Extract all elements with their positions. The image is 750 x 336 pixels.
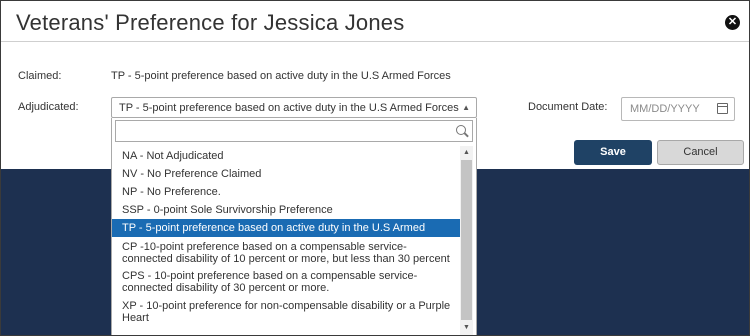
dropdown-option-cps[interactable]: CPS - 10-point preference based on a com… [112, 270, 460, 294]
adjudicated-label: Adjudicated: [18, 101, 79, 113]
document-date-placeholder: MM/DD/YYYY [630, 103, 700, 115]
claimed-label: Claimed: [18, 70, 62, 82]
dropdown-option-na[interactable]: NA - Not Adjudicated [112, 150, 460, 162]
close-icon[interactable]: ✕ [725, 15, 740, 30]
save-button[interactable]: Save [574, 140, 652, 165]
dropdown-scrollbar[interactable]: ▲ ▼ [460, 146, 473, 335]
dropdown-option-ssp[interactable]: SSP - 0-point Sole Survivorship Preferen… [112, 204, 460, 216]
adjudicated-select[interactable]: TP - 5-point preference based on active … [111, 97, 477, 118]
dropdown-option-nv[interactable]: NV - No Preference Claimed [112, 168, 460, 180]
scroll-down-icon[interactable]: ▼ [463, 324, 470, 331]
claimed-value: TP - 5-point preference based on active … [111, 70, 451, 82]
scroll-up-icon[interactable]: ▲ [463, 149, 470, 156]
dialog-title: Veterans' Preference for Jessica Jones [16, 10, 405, 35]
dropdown-option-tp[interactable]: TP - 5-point preference based on active … [112, 219, 460, 252]
window-frame: Veterans' Preference for Jessica Jones ✕… [0, 0, 750, 336]
document-date-field[interactable]: MM/DD/YYYY [621, 97, 735, 121]
dropdown-option-xp[interactable]: XP - 10-point preference for non-compens… [112, 300, 460, 324]
document-date-label: Document Date: [528, 101, 608, 113]
dropdown-option-np[interactable]: NP - No Preference. [112, 186, 460, 198]
chevron-down-icon[interactable]: ▲ [462, 103, 470, 112]
adjudicated-dropdown-list: NA - Not Adjudicated NV - No Preference … [111, 118, 477, 335]
search-icon [456, 125, 466, 135]
title-divider [1, 41, 749, 42]
cancel-button[interactable]: Cancel [657, 140, 744, 165]
dropdown-search-input[interactable] [115, 120, 473, 142]
calendar-icon[interactable] [717, 103, 728, 114]
scrollbar-thumb[interactable] [461, 160, 472, 320]
dropdown-option-cp[interactable]: CP -10-point preference based on a compe… [112, 241, 460, 265]
adjudicated-select-value: TP - 5-point preference based on active … [119, 102, 459, 114]
